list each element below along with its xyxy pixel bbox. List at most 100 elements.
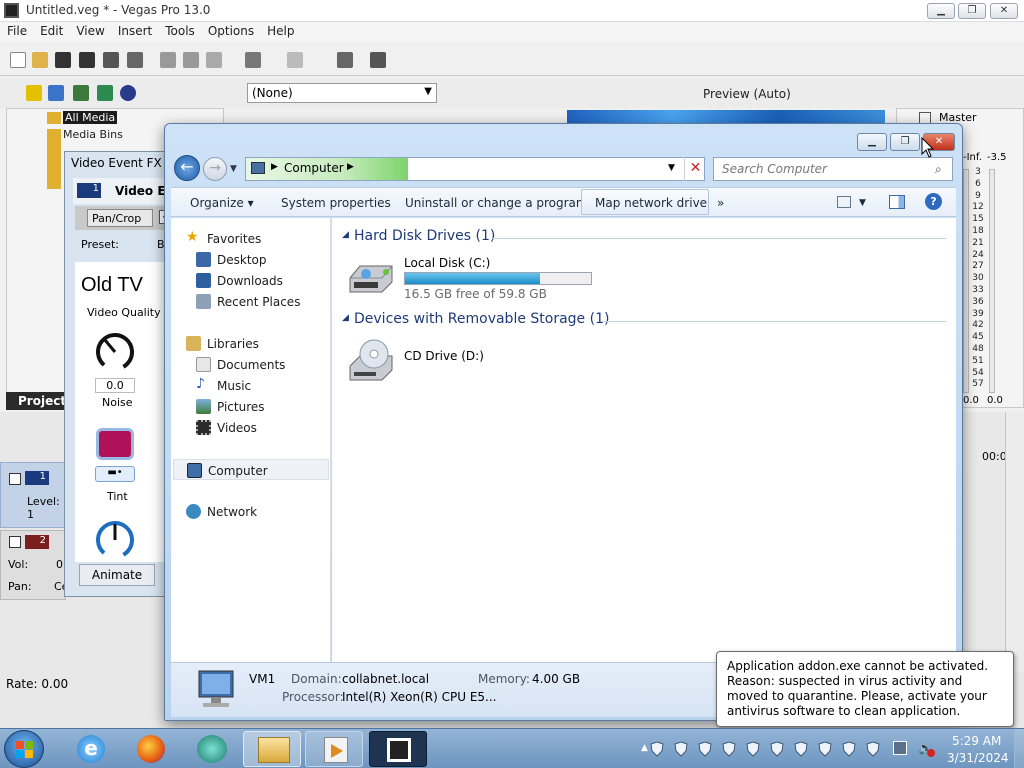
view-options-chevron-icon[interactable]: ▼ xyxy=(859,198,866,208)
local-disk-name[interactable]: Local Disk (C:) xyxy=(404,256,490,270)
clock-time[interactable]: 5:29 AM xyxy=(952,734,1001,748)
preview-pane-icon[interactable] xyxy=(889,195,905,209)
nav-pictures[interactable]: Pictures xyxy=(171,396,331,417)
vegas-taskbar-button[interactable] xyxy=(305,731,363,767)
import-media-icon[interactable] xyxy=(26,85,42,101)
show-desktop-button[interactable] xyxy=(1014,729,1024,768)
capture-video-icon[interactable] xyxy=(48,85,64,101)
breadcrumb-computer[interactable]: Computer xyxy=(284,161,344,175)
refresh-icon[interactable] xyxy=(97,85,113,101)
get-media-icon[interactable] xyxy=(73,85,89,101)
nav-recent-places[interactable]: Recent Places xyxy=(171,291,331,312)
animate-button[interactable]: Animate xyxy=(79,564,155,586)
breadcrumb-chevron-icon[interactable]: ▶ xyxy=(271,162,278,172)
video-quality-knob[interactable] xyxy=(93,330,137,374)
pan-crop-button[interactable]: Pan/Crop xyxy=(87,209,153,227)
group-collapse-icon[interactable]: ◢ xyxy=(342,313,349,323)
cd-drive-item[interactable] xyxy=(346,338,400,384)
more-commands-chevron-icon[interactable]: » xyxy=(717,196,724,210)
shield-icon[interactable] xyxy=(842,741,856,757)
paint-brush-icon[interactable] xyxy=(337,52,353,68)
search-media-icon[interactable] xyxy=(120,85,136,101)
nav-libraries[interactable]: Libraries xyxy=(171,333,331,354)
track-collapse-icon[interactable] xyxy=(9,473,21,485)
save-as-icon[interactable] xyxy=(79,52,95,68)
recent-pages-chevron-icon[interactable]: ▼ xyxy=(230,164,237,174)
cd-drive-name[interactable]: CD Drive (D:) xyxy=(404,349,484,363)
show-hidden-icons-chevron[interactable]: ▲ xyxy=(641,743,648,753)
media-tree-all-media[interactable]: All Media xyxy=(63,111,118,124)
shield-icon[interactable] xyxy=(722,741,736,757)
media-player-taskbar-button[interactable] xyxy=(182,731,240,767)
explorer-maximize-button[interactable]: ❐ xyxy=(890,133,920,151)
open-folder-icon[interactable] xyxy=(32,52,48,68)
security-notification-balloon[interactable]: Application addon.exe cannot be activate… xyxy=(716,651,1014,727)
stop-loading-icon[interactable]: ✕ xyxy=(684,157,706,181)
uninstall-program-button[interactable]: Uninstall or change a program xyxy=(405,196,588,210)
address-dropdown-icon[interactable]: ▼ xyxy=(668,163,675,173)
nav-videos[interactable]: Videos xyxy=(171,417,331,438)
track-collapse-icon[interactable] xyxy=(9,536,21,548)
vegas-close-button[interactable]: ✕ xyxy=(990,3,1018,19)
undo-icon[interactable] xyxy=(245,52,261,68)
vegas-minimize-button[interactable]: ▁ xyxy=(927,3,955,19)
help-icon[interactable]: ? xyxy=(925,193,942,210)
tint-eyedropper-button[interactable]: ▬• xyxy=(95,466,135,482)
menu-tools[interactable]: Tools xyxy=(158,22,201,38)
copy-icon[interactable] xyxy=(183,52,199,68)
preview-quality-label[interactable]: Preview (Auto) xyxy=(703,87,791,101)
nav-desktop[interactable]: Desktop xyxy=(171,249,331,270)
shield-icon[interactable] xyxy=(794,741,808,757)
media-tree-media-bins[interactable]: Media Bins xyxy=(63,128,123,141)
group-collapse-icon[interactable]: ◢ xyxy=(342,230,349,240)
video-track-1-header[interactable]: 1 Level: 1 xyxy=(0,462,66,528)
shield-icon[interactable] xyxy=(674,741,688,757)
shield-icon[interactable] xyxy=(866,741,880,757)
new-project-icon[interactable] xyxy=(10,52,26,68)
menu-help[interactable]: Help xyxy=(260,22,300,38)
network-tray-icon[interactable] xyxy=(893,741,907,755)
nav-favorites[interactable]: ★ Favorites xyxy=(171,228,331,249)
nav-network[interactable]: Network xyxy=(171,501,331,522)
redo-icon[interactable] xyxy=(287,52,303,68)
change-view-icon[interactable] xyxy=(837,196,851,208)
shield-icon[interactable] xyxy=(698,741,712,757)
shield-icon[interactable] xyxy=(770,741,784,757)
start-button[interactable] xyxy=(4,730,44,768)
system-properties-button[interactable]: System properties xyxy=(281,196,391,210)
removable-storage-header[interactable]: Devices with Removable Storage (1) xyxy=(354,311,609,327)
explorer-minimize-button[interactable]: ▁ xyxy=(857,133,887,151)
audio-track-2-header[interactable]: 2 Vol: 0 Pan: Ce xyxy=(0,530,68,600)
breadcrumb-chevron-icon[interactable]: ▶ xyxy=(347,162,354,172)
nav-downloads[interactable]: Downloads xyxy=(171,270,331,291)
hard-disk-drives-header[interactable]: Hard Disk Drives (1) xyxy=(354,228,495,244)
menu-options[interactable]: Options xyxy=(201,22,260,38)
menu-view[interactable]: View xyxy=(69,22,110,38)
shield-icon[interactable] xyxy=(818,741,832,757)
menu-insert[interactable]: Insert xyxy=(111,22,158,38)
local-disk-item[interactable] xyxy=(346,258,400,300)
internet-explorer-taskbar-button[interactable]: e xyxy=(61,731,119,767)
back-arrow-icon[interactable]: ← xyxy=(174,155,200,181)
noise-value[interactable]: 0.0 xyxy=(95,378,135,393)
forward-arrow-icon[interactable]: → xyxy=(203,157,227,181)
vegas-maximize-button[interactable]: ❐ xyxy=(958,3,986,19)
nav-computer[interactable]: Computer xyxy=(173,459,329,480)
search-input[interactable]: Search Computer xyxy=(713,157,953,181)
render-icon[interactable] xyxy=(103,52,119,68)
clock-date[interactable]: 3/31/2024 xyxy=(947,751,1009,765)
address-bar[interactable]: ▶ Computer ▶ ▼ ✕ xyxy=(245,157,705,181)
save-icon[interactable] xyxy=(55,52,71,68)
project-media-tab[interactable]: Project xyxy=(18,394,66,408)
menu-file[interactable]: File xyxy=(0,22,33,38)
nav-documents[interactable]: Documents xyxy=(171,354,331,375)
organize-menu-button[interactable]: Organize ▾ xyxy=(190,196,254,210)
fx-preset-dropdown[interactable]: (None) ▼ xyxy=(247,83,437,103)
nav-music[interactable]: ♪ Music xyxy=(171,375,331,396)
vegas-pro-taskbar-button[interactable] xyxy=(369,731,427,767)
timeline-vertical-scrollbar[interactable] xyxy=(1005,412,1024,672)
cut-icon[interactable] xyxy=(160,52,176,68)
search-icon[interactable]: ⌕ xyxy=(935,162,942,177)
properties-icon[interactable] xyxy=(127,52,143,68)
tint-amount-knob[interactable] xyxy=(93,518,137,562)
